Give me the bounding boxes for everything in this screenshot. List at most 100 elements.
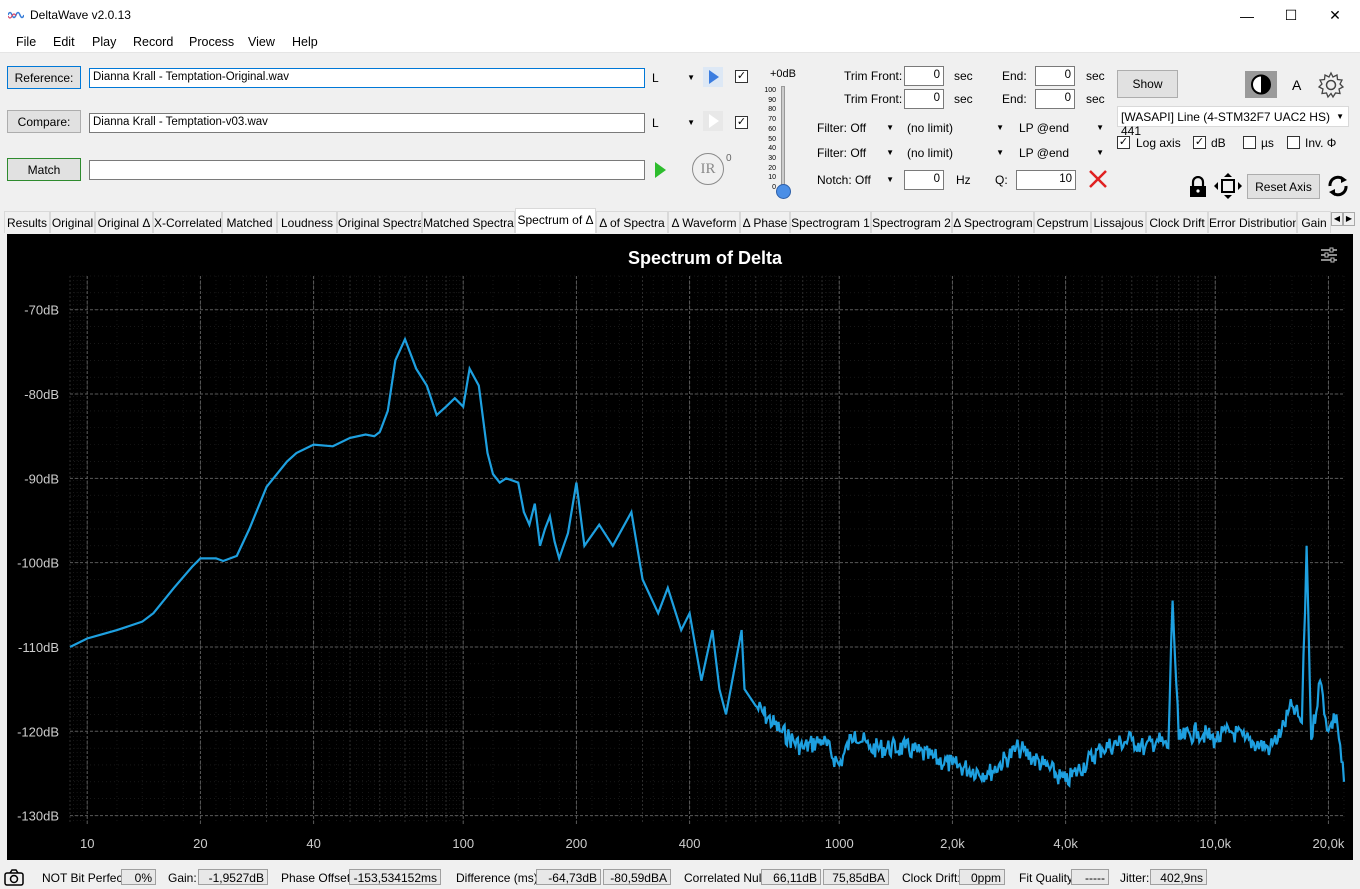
menu-record[interactable]: Record: [133, 35, 173, 49]
reference-file-field[interactable]: Dianna Krall - Temptation-Original.wav: [89, 68, 645, 88]
tab-delta-spectrogram[interactable]: Δ Spectrogram: [952, 211, 1034, 233]
close-icon: ✕: [1329, 7, 1341, 23]
bit-perfect-percent: 0%: [121, 869, 156, 885]
minimize-button[interactable]: —: [1224, 0, 1270, 31]
clear-filters-button[interactable]: [1087, 168, 1109, 190]
play-reference-button[interactable]: [703, 67, 723, 87]
compare-checkbox[interactable]: ✓: [735, 116, 748, 129]
lp-select-1[interactable]: LP @end ▼: [1016, 118, 1108, 138]
play-icon: [709, 70, 719, 84]
contrast-toggle-button[interactable]: [1245, 71, 1277, 98]
lock-icon: [1190, 175, 1206, 197]
reference-checkbox[interactable]: ✓: [735, 70, 748, 83]
tab-delta-phase[interactable]: Δ Phase: [740, 211, 790, 233]
jitter-label: Jitter:: [1120, 871, 1150, 885]
reference-button[interactable]: Reference:: [7, 66, 81, 89]
y-tick-label: -80dB: [24, 387, 59, 402]
tab-original-delta[interactable]: Original Δ: [95, 211, 153, 233]
tab-lissajous[interactable]: Lissajous: [1091, 211, 1146, 233]
screenshot-button[interactable]: [4, 868, 24, 886]
reference-channel-value: L: [652, 71, 659, 85]
chart-settings-icon[interactable]: [1321, 247, 1337, 263]
tab-delta-waveform[interactable]: Δ Waveform: [668, 211, 740, 233]
tab-x-correlated[interactable]: X-Correlated: [153, 211, 222, 233]
tab-spectrogram-2[interactable]: Spectrogram 2: [871, 211, 952, 233]
notch-frequency-input[interactable]: 0: [904, 170, 944, 190]
compare-channel-select[interactable]: L ▼: [649, 113, 699, 133]
limit-select-2[interactable]: (no limit) ▼: [904, 143, 1008, 163]
audio-device-select[interactable]: [WASAPI] Line (4-STM32F7 UAC2 HS) 441 ▼: [1117, 106, 1349, 138]
settings-button[interactable]: [1317, 71, 1345, 99]
log-axis-checkbox[interactable]: ✓: [1117, 136, 1130, 149]
tab-spectrogram-1[interactable]: Spectrogram 1: [790, 211, 871, 233]
pan-axis-button[interactable]: [1214, 173, 1242, 199]
tab-matched-spectra[interactable]: Matched Spectra: [422, 211, 515, 233]
q-input[interactable]: 10: [1016, 170, 1076, 190]
trim-front-input-2[interactable]: 0: [904, 89, 944, 109]
trim-front-input-1[interactable]: 0: [904, 66, 944, 86]
tab-error-distribution[interactable]: Error Distribution: [1208, 211, 1297, 233]
x-tick-label: 100: [452, 836, 474, 851]
y-tick-label: -130dB: [17, 809, 59, 824]
play-compare-button[interactable]: [703, 111, 723, 131]
db-checkbox[interactable]: ✓: [1193, 136, 1206, 149]
spectrum-chart[interactable]: -70dB-80dB-90dB-100dB-110dB-120dB-130dB …: [7, 234, 1353, 860]
tab-gain[interactable]: Gain: [1297, 211, 1331, 233]
compare-file-field[interactable]: Dianna Krall - Temptation-v03.wav: [89, 113, 645, 133]
tab-results[interactable]: Results: [4, 211, 50, 233]
menu-play[interactable]: Play: [92, 35, 116, 49]
lock-axis-button[interactable]: [1188, 175, 1208, 198]
tabs-scroll-left-button[interactable]: ◀: [1331, 212, 1343, 226]
limit-value-1: (no limit): [907, 121, 954, 135]
close-button[interactable]: ✕: [1312, 0, 1358, 31]
chart-y-ticks: -70dB -80dB -90dB -100dB -110dB -120dB -130dB: [17, 303, 59, 824]
reset-axis-button[interactable]: Reset Axis: [1247, 174, 1320, 199]
notch-select[interactable]: Notch: Off ▼: [814, 170, 898, 190]
show-button[interactable]: Show: [1117, 70, 1178, 98]
tab-original-spectra[interactable]: Original Spectra: [337, 211, 422, 233]
x-tick-label: 20,0k: [1313, 836, 1345, 851]
compare-channel-value: L: [652, 116, 659, 130]
invert-phase-checkbox[interactable]: [1287, 136, 1300, 149]
filter-select-2[interactable]: Filter: Off ▼: [814, 143, 898, 163]
menu-edit[interactable]: Edit: [53, 35, 75, 49]
tab-cepstrum[interactable]: Cepstrum: [1034, 211, 1091, 233]
trim-end-input-2[interactable]: 0: [1035, 89, 1075, 109]
reference-channel-select[interactable]: L ▼: [649, 68, 699, 88]
menu-view[interactable]: View: [248, 35, 275, 49]
difference-dba: -80,59dBA: [603, 869, 671, 885]
menu-file[interactable]: File: [16, 35, 36, 49]
maximize-button[interactable]: ☐: [1268, 0, 1314, 31]
volume-slider-handle[interactable]: [776, 184, 791, 199]
play-match-button[interactable]: [650, 160, 670, 180]
impulse-response-button[interactable]: IR: [692, 153, 724, 185]
us-checkbox[interactable]: [1243, 136, 1256, 149]
filter-select-1[interactable]: Filter: Off ▼: [814, 118, 898, 138]
gain-label: Gain:: [168, 871, 197, 885]
correlated-null-db: 66,11dB: [761, 869, 821, 885]
limit-select-1[interactable]: (no limit) ▼: [904, 118, 1008, 138]
correlated-null-dba: 75,85dBA: [823, 869, 889, 885]
menu-process[interactable]: Process: [189, 35, 234, 49]
tab-matched[interactable]: Matched: [222, 211, 277, 233]
lp-select-2[interactable]: LP @end ▼: [1016, 143, 1108, 163]
font-size-toggle[interactable]: A: [1292, 77, 1301, 93]
x-tick-label: 4,0k: [1053, 836, 1078, 851]
ir-count: 0: [726, 153, 732, 164]
notch-value: Notch: Off: [817, 173, 871, 187]
refresh-button[interactable]: [1326, 174, 1350, 198]
compare-button[interactable]: Compare:: [7, 110, 81, 133]
tabs-scroll-right-button[interactable]: ▶: [1343, 212, 1355, 226]
trim-end-input-1[interactable]: 0: [1035, 66, 1075, 86]
match-button[interactable]: Match: [7, 158, 81, 181]
status-bar: NOT Bit Perfect 0% Gain: -1,9527dB Phase…: [0, 866, 1360, 889]
fit-quality-label: Fit Quality:: [1019, 871, 1077, 885]
tab-delta-of-spectra[interactable]: Δ of Spectra: [596, 211, 668, 233]
menu-help[interactable]: Help: [292, 35, 318, 49]
tab-original[interactable]: Original: [50, 211, 95, 233]
tab-loudness[interactable]: Loudness: [277, 211, 337, 233]
tab-clock-drift[interactable]: Clock Drift: [1146, 211, 1208, 233]
chevron-down-icon: ▼: [1336, 112, 1344, 121]
tab-spectrum-of-delta[interactable]: Spectrum of Δ: [515, 208, 596, 233]
spectrum-chart-panel[interactable]: -70dB -80dB -90dB -100dB -110dB -120dB -130dB …: [7, 234, 1353, 860]
